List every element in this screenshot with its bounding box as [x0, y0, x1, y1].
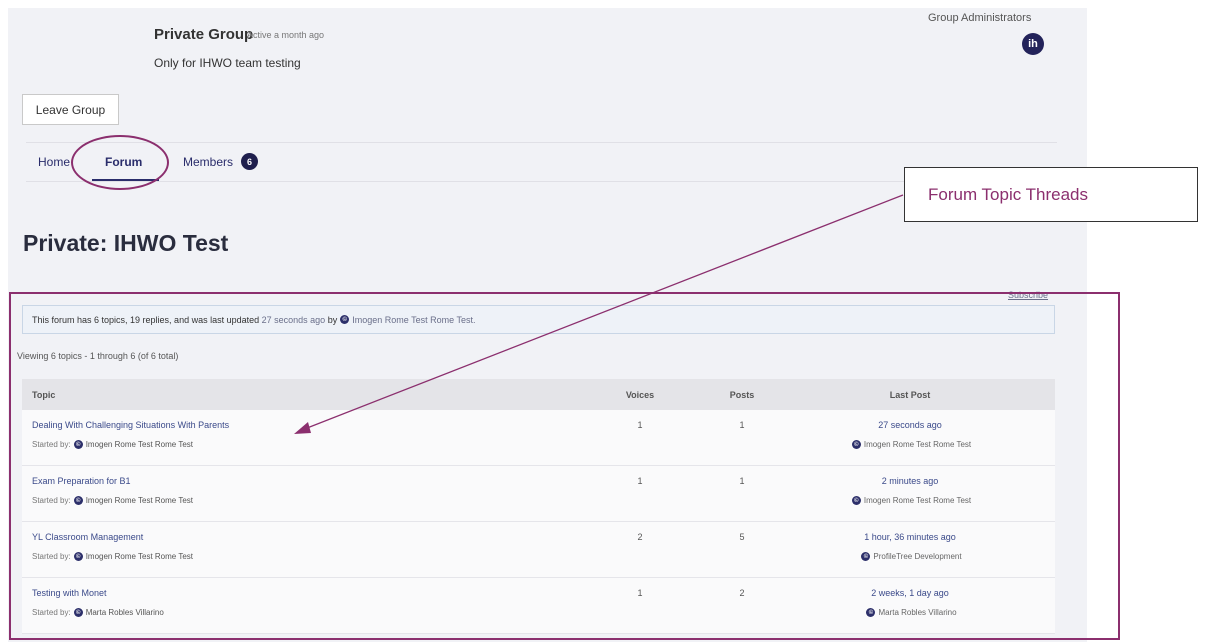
group-description: Only for IHWO team testing [154, 56, 301, 70]
tab-home[interactable]: Home [38, 155, 70, 169]
group-activity: Active a month ago [247, 30, 325, 40]
tab-members[interactable]: Members [183, 155, 233, 169]
forum-tab-highlight-circle [71, 135, 169, 190]
group-title: Private Group [154, 26, 254, 43]
nav-divider-bottom [26, 181, 1057, 182]
members-count-badge: 6 [241, 153, 258, 170]
annotation-callout: Forum Topic Threads [904, 167, 1198, 222]
leave-group-button[interactable]: Leave Group [22, 94, 119, 125]
group-administrators-label: Group Administrators [928, 12, 1032, 24]
nav-divider-top [26, 142, 1057, 143]
admin-avatar-text: ih [1028, 37, 1038, 50]
topics-highlight-box [9, 292, 1120, 640]
admin-avatar[interactable]: ih [1022, 33, 1044, 55]
members-count: 6 [246, 156, 252, 167]
annotation-label: Forum Topic Threads [928, 184, 1088, 204]
page-title: Private: IHWO Test [23, 230, 229, 256]
